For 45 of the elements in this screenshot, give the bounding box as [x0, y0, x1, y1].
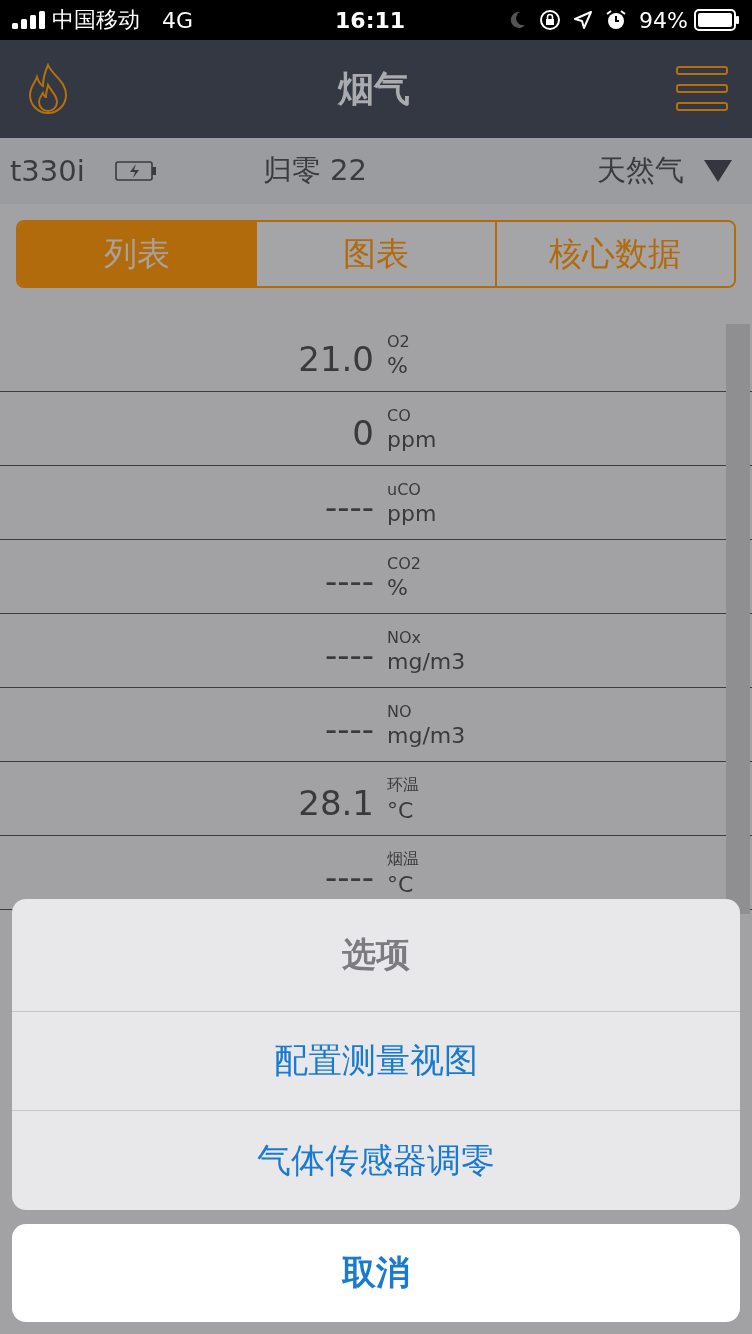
cancel-button[interactable]: 取消 [12, 1224, 740, 1322]
sheet-option[interactable]: 配置测量视图 [12, 1012, 740, 1111]
reading-value: ---- [323, 707, 374, 749]
rotation-lock-icon [539, 9, 562, 31]
scrollbar[interactable] [726, 324, 750, 914]
zero-count: 归零 22 [262, 152, 367, 189]
sheet-title: 选项 [12, 899, 740, 1012]
reading-name: O2 [387, 331, 410, 351]
reading-value: 21.0 [297, 337, 374, 379]
reading-unit: mg/m3 [387, 648, 466, 674]
reading-value: 0 [351, 411, 374, 453]
reading-unit: % [387, 352, 409, 378]
reading-unit: % [387, 574, 409, 600]
nav-title: 烟气 [338, 66, 410, 111]
carrier: 中国移动 [52, 6, 140, 34]
network-type: 4G [162, 7, 194, 33]
sheet-option[interactable]: 气体传感器调零 [12, 1111, 740, 1210]
menu-icon[interactable] [676, 65, 728, 113]
signal-icon [12, 11, 46, 29]
device-name: t330i [10, 154, 85, 188]
reading-name: uCO [387, 479, 422, 499]
reading-value: 28.1 [297, 781, 374, 823]
battery-percent: 94% [639, 7, 688, 33]
alarm-icon [605, 9, 628, 31]
reading-unit: mg/m3 [387, 722, 466, 748]
reading-unit: ppm [387, 500, 437, 526]
reading-value: ---- [323, 559, 374, 601]
clock: 16:11 [334, 7, 406, 33]
battery-icon [694, 9, 740, 31]
reading-unit: °C [387, 871, 415, 897]
reading-name: 环温 [387, 774, 419, 796]
reading-name: CO [387, 405, 412, 425]
reading-unit: ppm [387, 426, 437, 452]
reading-unit: °C [387, 797, 415, 823]
reading-name: NO [387, 701, 413, 721]
reading-value: ---- [323, 485, 374, 527]
location-icon [573, 10, 594, 30]
reading-name: CO2 [387, 553, 421, 573]
dropdown-triangle-icon[interactable] [704, 160, 732, 182]
battery-charging-icon [114, 161, 157, 181]
reading-name: 烟温 [387, 848, 419, 870]
reading-value: ---- [323, 855, 374, 897]
reading-name: NOx [387, 627, 423, 647]
reading-value: ---- [323, 633, 374, 675]
fuel-type[interactable]: 天然气 [597, 151, 684, 191]
